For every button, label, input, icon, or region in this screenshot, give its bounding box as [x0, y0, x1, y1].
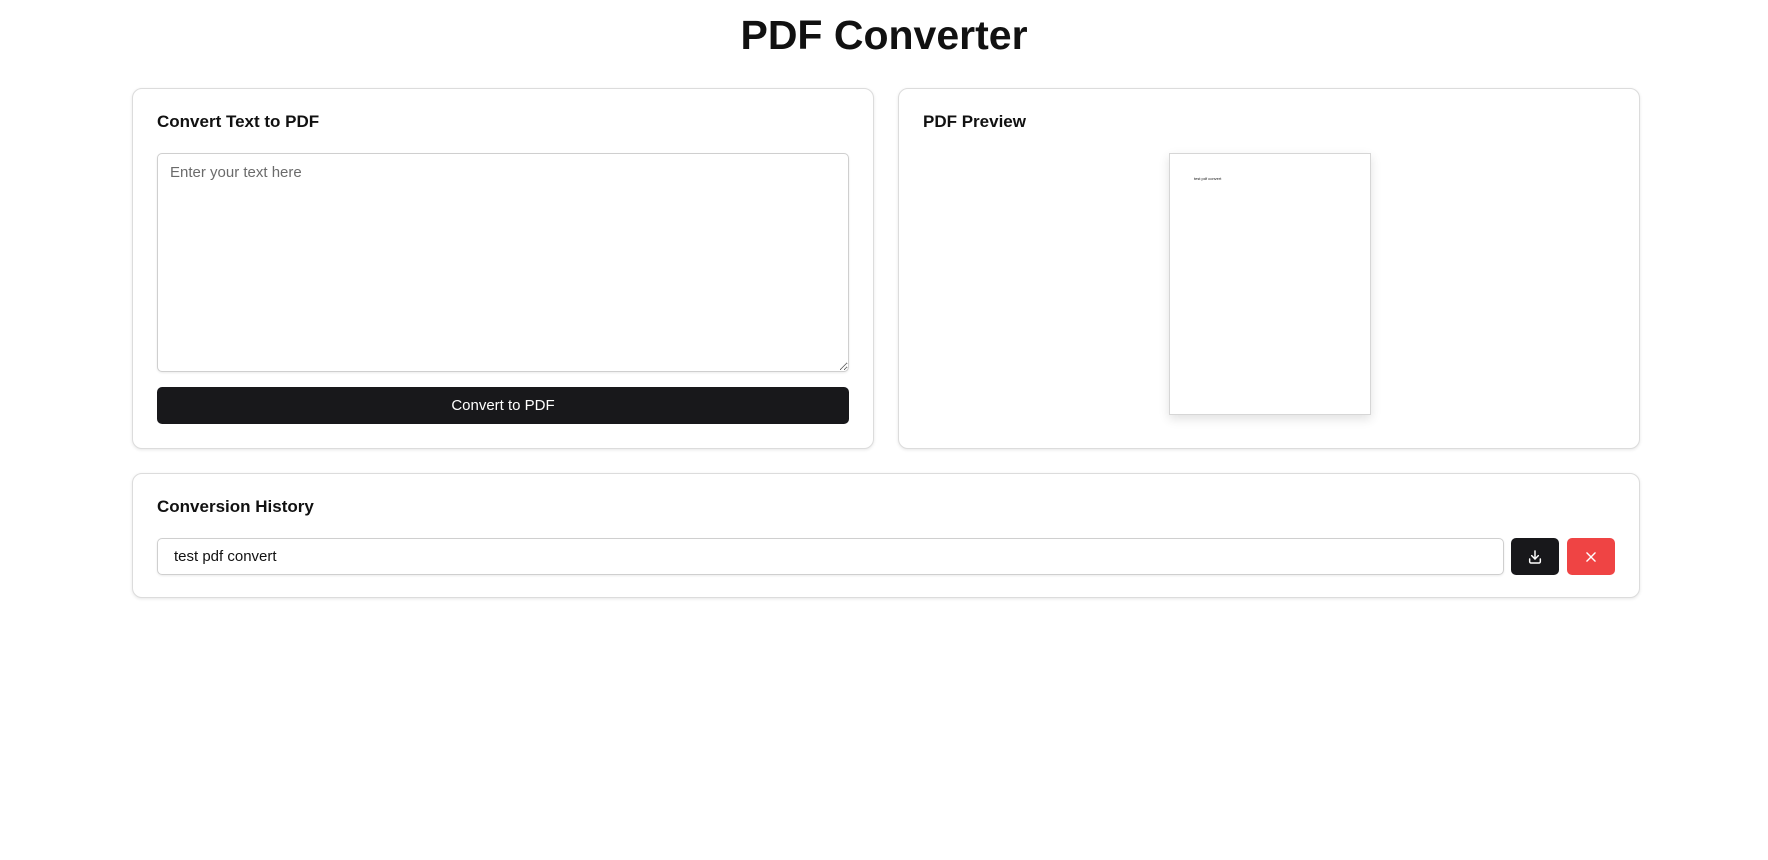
convert-to-pdf-button[interactable]: Convert to PDF	[157, 387, 849, 424]
preview-card-title: PDF Preview	[923, 112, 1026, 131]
download-button[interactable]	[1511, 538, 1559, 575]
pdf-preview-card: PDF Preview test pdf convert	[898, 88, 1640, 449]
history-item-name: test pdf convert	[157, 538, 1504, 575]
pdf-preview-page: test pdf convert	[1169, 153, 1371, 415]
conversion-history-card: Conversion History test pdf convert	[132, 473, 1640, 598]
close-icon	[1584, 550, 1598, 564]
history-item: test pdf convert	[157, 538, 1615, 575]
download-icon	[1527, 549, 1543, 565]
text-input[interactable]	[157, 153, 849, 372]
page-title: PDF Converter	[740, 12, 1028, 58]
history-card-title: Conversion History	[157, 497, 314, 516]
convert-text-card: Convert Text to PDF Convert to PDF	[132, 88, 874, 449]
delete-button[interactable]	[1567, 538, 1615, 575]
convert-card-title: Convert Text to PDF	[157, 112, 320, 131]
pdf-preview-text: test pdf convert	[1194, 176, 1222, 181]
